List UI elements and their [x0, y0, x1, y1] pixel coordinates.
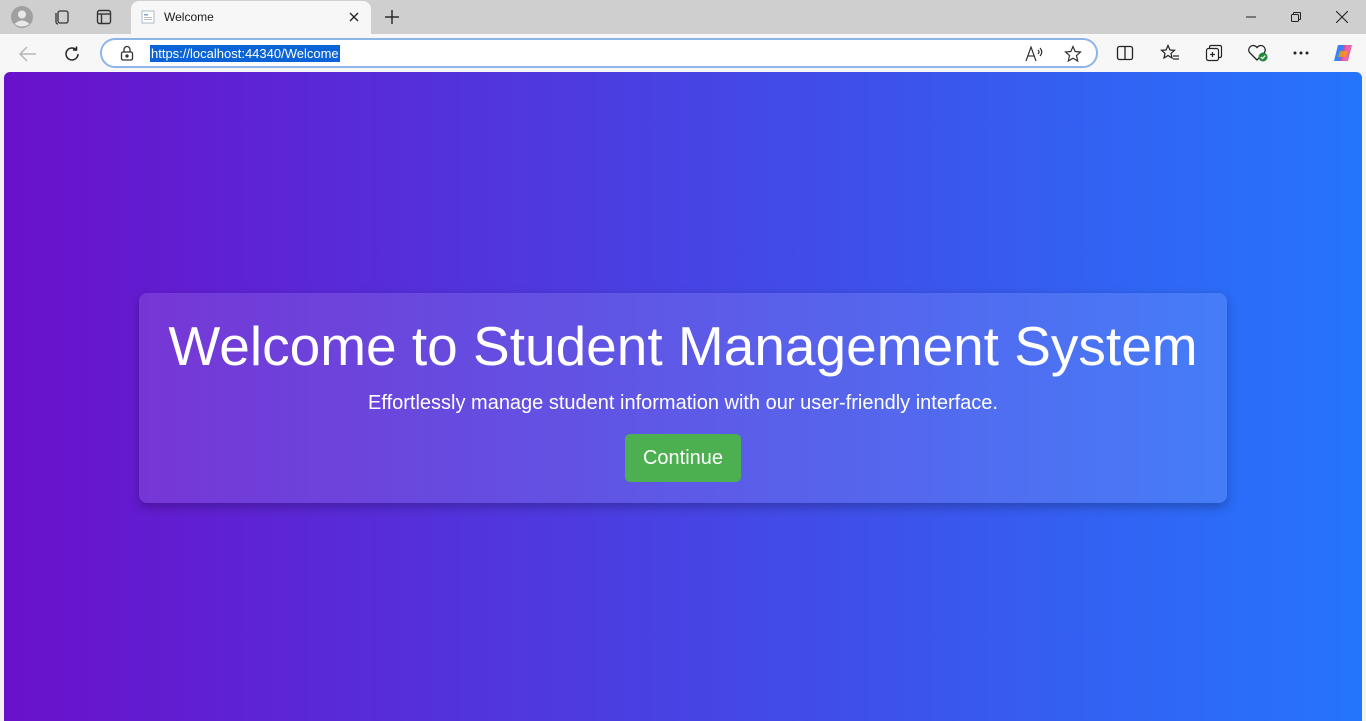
address-bar[interactable]: https://localhost:44340/Welcome [100, 38, 1098, 68]
browser-toolbar: https://localhost:44340/Welcome [0, 34, 1366, 72]
copilot-icon[interactable] [1331, 41, 1355, 65]
tab-welcome[interactable]: Welcome [131, 1, 371, 34]
page-viewport: Welcome to Student Management System Eff… [4, 72, 1362, 721]
page-title: Welcome to Student Management System [168, 315, 1198, 377]
workspaces-icon[interactable] [50, 5, 74, 29]
page-favicon [141, 10, 155, 24]
restore-icon[interactable] [1274, 4, 1318, 30]
browser-essentials-icon[interactable] [1246, 41, 1270, 65]
refresh-icon[interactable] [58, 40, 86, 68]
tab-actions-icon[interactable] [92, 5, 116, 29]
star-icon[interactable] [1063, 44, 1083, 64]
lock-icon[interactable] [120, 45, 136, 61]
continue-button[interactable]: Continue [625, 434, 741, 482]
profile-icon[interactable] [10, 5, 34, 29]
read-aloud-icon[interactable] [1024, 44, 1044, 64]
url-text[interactable]: https://localhost:44340/Welcome [150, 45, 340, 62]
split-screen-icon[interactable] [1113, 41, 1137, 65]
more-icon[interactable] [1289, 41, 1313, 65]
favorites-icon[interactable] [1158, 41, 1182, 65]
page-subtitle: Effortlessly manage student information … [368, 392, 998, 414]
title-bar: Welcome [0, 0, 1366, 34]
minimize-icon[interactable] [1229, 4, 1273, 30]
back-arrow-icon[interactable] [14, 40, 42, 68]
collections-icon[interactable] [1202, 41, 1226, 65]
plus-icon[interactable] [380, 5, 404, 29]
welcome-card: Welcome to Student Management System Eff… [139, 293, 1227, 503]
close-window-icon[interactable] [1320, 4, 1364, 30]
tab-title: Welcome [164, 10, 214, 24]
close-icon[interactable] [345, 8, 363, 26]
